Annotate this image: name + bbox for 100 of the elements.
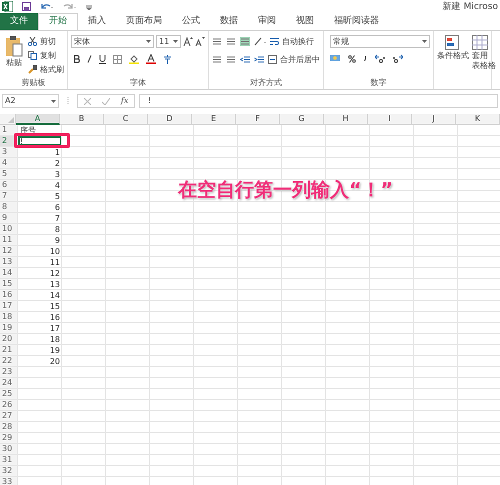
column-header[interactable]: B bbox=[60, 114, 104, 125]
cell-text: 6 bbox=[54, 203, 60, 213]
column-header[interactable]: F bbox=[236, 114, 280, 125]
row-header[interactable]: 21 bbox=[0, 345, 18, 355]
row-header[interactable]: 12 bbox=[0, 246, 18, 256]
borders-icon[interactable] bbox=[113, 54, 122, 64]
accounting-icon[interactable] bbox=[330, 54, 340, 63]
cut-button[interactable]: 剪切 bbox=[28, 35, 64, 48]
row-header[interactable]: 20 bbox=[0, 334, 18, 344]
column-header[interactable]: K bbox=[456, 114, 500, 125]
ribbon-tab[interactable]: 页面布局 bbox=[116, 13, 172, 30]
row-header[interactable]: 22 bbox=[0, 356, 18, 366]
row-header[interactable]: 5 bbox=[0, 169, 18, 179]
function-button[interactable]: fx bbox=[120, 95, 128, 107]
decrease-decimal-icon[interactable] bbox=[393, 54, 403, 63]
cell-text: 17 bbox=[50, 324, 60, 334]
wrap-text-button[interactable]: 自动换行 bbox=[270, 35, 314, 48]
column-header[interactable]: A bbox=[16, 114, 60, 125]
row-header[interactable]: 24 bbox=[0, 378, 18, 388]
column-header[interactable]: C bbox=[104, 114, 148, 125]
font-size-dropdown[interactable]: 11 bbox=[156, 35, 181, 48]
increase-indent-icon[interactable] bbox=[254, 55, 264, 64]
cell-text: 5 bbox=[54, 192, 60, 202]
row-header[interactable]: 15 bbox=[0, 279, 18, 289]
center-icon[interactable] bbox=[226, 55, 236, 64]
row-header[interactable]: 13 bbox=[0, 257, 18, 267]
fill-color-icon[interactable] bbox=[129, 54, 139, 64]
ribbon-tab[interactable]: 开始 bbox=[38, 13, 78, 30]
cell-text: 1 bbox=[54, 148, 60, 158]
row-header[interactable]: 7 bbox=[0, 191, 18, 201]
row-header[interactable]: 29 bbox=[0, 433, 18, 443]
align-left-icon[interactable] bbox=[212, 55, 222, 64]
conditional-formatting-button[interactable]: 条件格式 bbox=[437, 35, 469, 77]
bold-icon[interactable] bbox=[74, 55, 80, 63]
save-icon[interactable] bbox=[22, 2, 31, 11]
ribbon-tab[interactable]: 审阅 bbox=[248, 13, 286, 30]
name-box[interactable]: A2 bbox=[2, 94, 59, 108]
row-header[interactable]: 9 bbox=[0, 213, 18, 223]
copy-button[interactable]: 复制 bbox=[28, 49, 64, 62]
column-header[interactable]: D bbox=[148, 114, 192, 125]
ribbon-tab[interactable]: 插入 bbox=[78, 13, 116, 30]
bottom-align-icon[interactable] bbox=[240, 37, 250, 46]
ribbon-tab[interactable]: 视图 bbox=[286, 13, 324, 30]
phonetic-icon[interactable] bbox=[163, 54, 172, 64]
ribbon-tab[interactable]: 公式 bbox=[172, 13, 210, 30]
cell-text: 7 bbox=[54, 214, 60, 224]
row-header[interactable]: 3 bbox=[0, 147, 18, 157]
row-header[interactable]: 19 bbox=[0, 323, 18, 333]
column-header[interactable]: H bbox=[324, 114, 368, 125]
row-header[interactable]: 14 bbox=[0, 268, 18, 278]
row-header[interactable]: 10 bbox=[0, 224, 18, 234]
row-header[interactable]: 25 bbox=[0, 389, 18, 399]
row-header[interactable]: 8 bbox=[0, 202, 18, 212]
decrease-indent-icon[interactable] bbox=[240, 55, 250, 64]
percent-icon[interactable] bbox=[348, 54, 356, 62]
file-tab[interactable]: 文件 bbox=[0, 13, 38, 30]
merge-center-button[interactable]: 合并后居中 bbox=[268, 53, 320, 66]
comma-icon[interactable] bbox=[364, 56, 367, 61]
row-header[interactable]: 16 bbox=[0, 290, 18, 300]
increase-decimal-icon[interactable] bbox=[375, 54, 385, 63]
format-as-table-button[interactable]: 套用 表格格 bbox=[472, 35, 496, 77]
formula-input[interactable]: ! bbox=[139, 94, 498, 108]
italic-icon[interactable] bbox=[87, 55, 92, 63]
row-header[interactable]: 4 bbox=[0, 158, 18, 168]
group-label: 剪贴板 bbox=[20, 77, 46, 89]
row-header[interactable]: 11 bbox=[0, 235, 18, 245]
row-header[interactable]: 17 bbox=[0, 301, 18, 311]
column-header[interactable]: G bbox=[280, 114, 324, 125]
cell-text: 15 bbox=[50, 302, 60, 312]
ribbon-tab[interactable]: 数据 bbox=[210, 13, 248, 30]
top-align-icon[interactable] bbox=[212, 37, 222, 46]
number-format-dropdown[interactable]: 常规 bbox=[330, 35, 430, 48]
annotation-text: 在空自行第一列输入“！” bbox=[178, 178, 393, 203]
table-icon bbox=[445, 35, 461, 51]
row-header[interactable]: 23 bbox=[0, 367, 18, 377]
column-header[interactable]: J bbox=[412, 114, 456, 125]
font-name-dropdown[interactable]: 宋体 bbox=[71, 35, 154, 48]
row-header[interactable]: 32 bbox=[0, 466, 18, 476]
decrease-font-icon[interactable] bbox=[195, 37, 205, 46]
column-header[interactable]: I bbox=[368, 114, 412, 125]
row-header[interactable]: 28 bbox=[0, 422, 18, 432]
format-painter-button[interactable]: 格式刷 bbox=[28, 63, 64, 76]
underline-icon[interactable] bbox=[99, 54, 106, 64]
column-header[interactable]: E bbox=[192, 114, 236, 125]
row-header[interactable]: 6 bbox=[0, 180, 18, 190]
row-header[interactable]: 26 bbox=[0, 400, 18, 410]
row-header[interactable]: 33 bbox=[0, 477, 18, 485]
row-header[interactable]: 30 bbox=[0, 444, 18, 454]
paste-button[interactable]: 粘贴 bbox=[3, 35, 25, 77]
row-header[interactable]: 31 bbox=[0, 455, 18, 465]
row-header[interactable]: 27 bbox=[0, 411, 18, 421]
row-header[interactable]: 18 bbox=[0, 312, 18, 322]
increase-font-icon[interactable] bbox=[183, 37, 193, 46]
excel-icon[interactable] bbox=[2, 1, 13, 12]
group-label: 数字 bbox=[370, 77, 388, 89]
ribbon-tab[interactable]: 福昕阅读器 bbox=[324, 13, 389, 30]
middle-align-icon[interactable] bbox=[226, 37, 236, 46]
font-color-icon[interactable] bbox=[146, 54, 156, 64]
row-header[interactable]: 1 bbox=[0, 125, 18, 135]
customize-icon[interactable] bbox=[86, 4, 92, 10]
